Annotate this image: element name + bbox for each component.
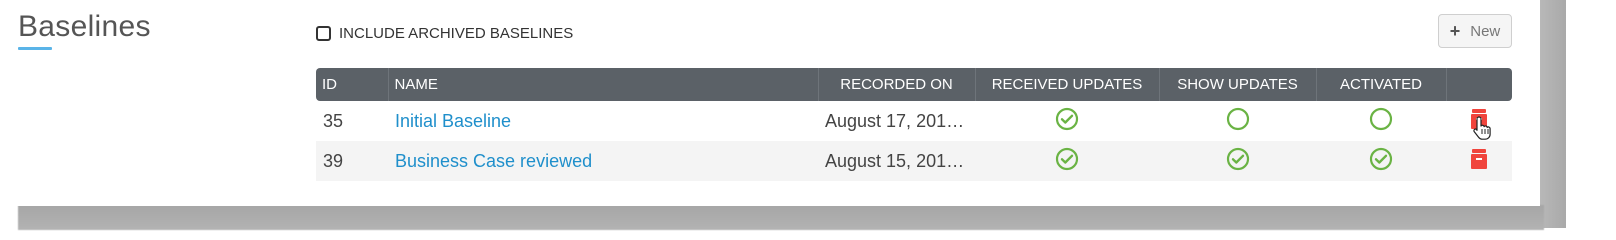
- hand-pointer-cursor-icon: [1472, 115, 1494, 141]
- baseline-name-link[interactable]: Business Case reviewed: [395, 151, 592, 171]
- card-shadow-bottom: [18, 205, 1544, 230]
- column-header-received-updates[interactable]: RECEIVED UPDATES: [974, 68, 1159, 101]
- new-baseline-button[interactable]: + New: [1438, 14, 1512, 48]
- include-archived-checkbox[interactable]: [316, 25, 331, 41]
- received-updates-icon: [1055, 107, 1079, 136]
- column-header-name[interactable]: NAME: [387, 68, 818, 101]
- activated-toggle-icon[interactable]: [1369, 107, 1393, 136]
- baselines-panel: Baselines INCLUDE ARCHIVED BASELINES + N…: [0, 0, 1540, 206]
- trash-icon[interactable]: [1469, 148, 1489, 175]
- page-title: Baselines: [18, 10, 151, 43]
- row-recorded-on: August 15, 201…: [818, 141, 975, 181]
- title-underline: [18, 47, 52, 50]
- include-archived-toggle[interactable]: INCLUDE ARCHIVED BASELINES: [316, 23, 573, 43]
- baseline-name-link[interactable]: Initial Baseline: [395, 111, 511, 131]
- table-row[interactable]: 39 Business Case reviewed August 15, 201…: [316, 141, 1512, 181]
- received-updates-icon: [1055, 147, 1079, 176]
- new-button-label: New: [1470, 22, 1501, 40]
- card-shadow-right: [1540, 0, 1566, 228]
- row-id: 39: [316, 141, 388, 181]
- baselines-table: ID NAME RECORDED ON RECEIVED UPDATES SHO…: [316, 68, 1512, 181]
- row-recorded-on: August 17, 201…: [825, 110, 965, 131]
- table-header-row: ID NAME RECORDED ON RECEIVED UPDATES SHO…: [316, 68, 1512, 101]
- column-header-show-updates[interactable]: SHOW UPDATES: [1158, 68, 1316, 101]
- column-header-recorded-on[interactable]: RECORDED ON: [817, 68, 975, 101]
- plus-icon: +: [1449, 21, 1461, 41]
- show-updates-toggle-icon[interactable]: [1226, 147, 1250, 176]
- column-header-id[interactable]: ID: [316, 68, 388, 101]
- row-id: 35: [323, 110, 344, 131]
- activated-toggle-icon[interactable]: [1369, 147, 1393, 176]
- show-updates-toggle-icon[interactable]: [1226, 107, 1250, 136]
- table-row[interactable]: 35 Initial Baseline August 17, 201…: [316, 101, 1512, 141]
- include-archived-label: INCLUDE ARCHIVED BASELINES: [339, 24, 574, 42]
- column-header-actions: [1445, 68, 1512, 101]
- column-header-activated[interactable]: ACTIVATED: [1315, 68, 1446, 101]
